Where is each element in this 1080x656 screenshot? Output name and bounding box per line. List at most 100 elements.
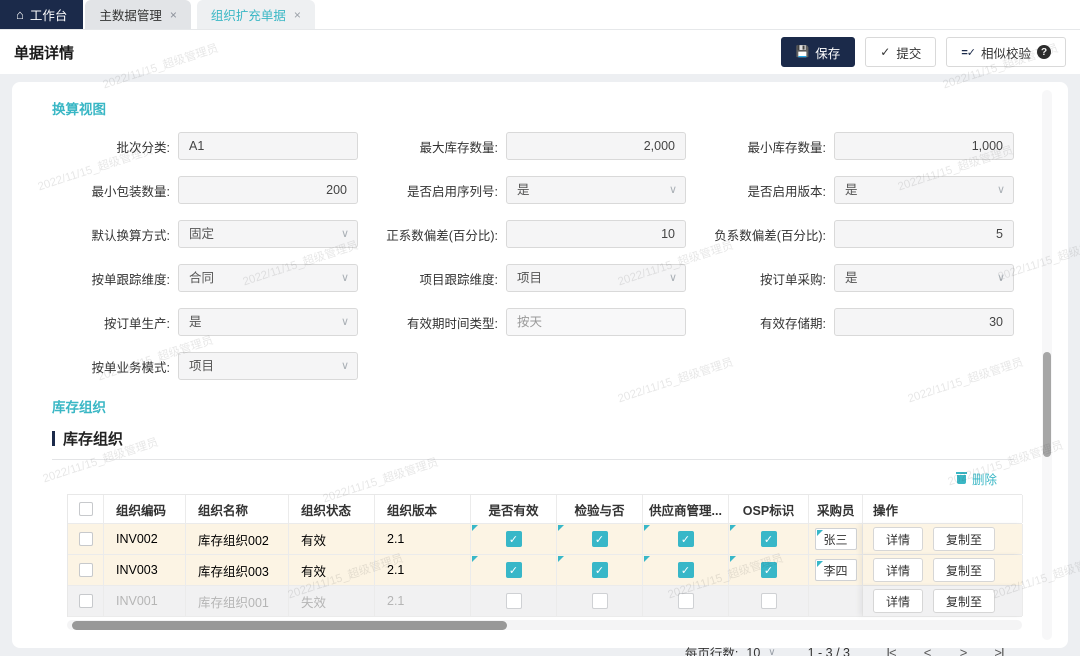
submit-button[interactable]: ✓ 提交: [865, 37, 936, 67]
field-label: 负系数偏差(百分比):: [708, 225, 826, 244]
min-stock-input[interactable]: 1,000: [834, 132, 1014, 160]
delete-button[interactable]: 删除: [956, 469, 997, 488]
cell-code: INV002: [104, 524, 186, 554]
copy-to-button[interactable]: 复制至: [933, 527, 995, 551]
col-header-osp: OSP标识: [729, 495, 809, 523]
inventory-org-anchor[interactable]: 库存组织: [52, 396, 1014, 416]
field-positive-deviation: 正系数偏差(百分比): 10: [380, 220, 686, 248]
field-order-business-mode: 按单业务模式: 项目 ∨: [52, 352, 358, 380]
min-package-input[interactable]: 200: [178, 176, 358, 204]
rows-per-page-label: 每页行数:: [685, 643, 738, 656]
vendor-managed-checkbox[interactable]: ✓: [678, 562, 694, 578]
edited-corner-mark: [730, 525, 736, 531]
col-header-actions: 操作: [863, 495, 1023, 523]
select-all-checkbox[interactable]: [79, 502, 93, 516]
detail-button[interactable]: 详情: [873, 558, 923, 582]
default-conversion-select[interactable]: 固定 ∨: [178, 220, 358, 248]
close-icon[interactable]: ×: [294, 8, 301, 22]
field-min-stock: 最小库存数量: 1,000: [708, 132, 1014, 160]
field-negative-deviation: 负系数偏差(百分比): 5: [708, 220, 1014, 248]
chevron-down-icon: ∨: [341, 221, 349, 247]
inspect-checkbox[interactable]: ✓: [592, 593, 608, 609]
valid-checkbox[interactable]: ✓: [506, 593, 522, 609]
vertical-scrollbar-thumb[interactable]: [1043, 352, 1051, 457]
similar-check-button[interactable]: =✓ 相似校验 ?: [946, 37, 1066, 67]
horizontal-scrollbar-thumb[interactable]: [72, 621, 507, 630]
osp-checkbox[interactable]: ✓: [761, 593, 777, 609]
field-batch-class: 批次分类: A1: [52, 132, 358, 160]
tab-master-data[interactable]: 主数据管理 ×: [85, 0, 191, 29]
detail-button[interactable]: 详情: [873, 527, 923, 551]
version-enabled-select[interactable]: 是 ∨: [834, 176, 1014, 204]
field-label: 是否启用序列号:: [380, 181, 498, 200]
tab-workbench[interactable]: ⌂ 工作台: [0, 0, 83, 29]
field-order-tracking: 按单跟踪维度: 合同 ∨: [52, 264, 358, 292]
field-label: 默认换算方式:: [52, 225, 170, 244]
negative-deviation-input[interactable]: 5: [834, 220, 1014, 248]
inventory-table-zone: 删除 组织编码 组织名称 组织状态 组织版本 是否有效 检验与否 供应商管理..…: [67, 466, 1022, 656]
buyer-value: 张三: [823, 531, 847, 548]
divider: [52, 459, 1014, 460]
col-header-name: 组织名称: [186, 495, 289, 523]
field-max-stock: 最大库存数量: 2,000: [380, 132, 686, 160]
select-value: 固定: [189, 227, 214, 241]
max-stock-input[interactable]: 2,000: [506, 132, 686, 160]
copy-to-button[interactable]: 复制至: [933, 558, 995, 582]
field-label: 最小包装数量:: [52, 181, 170, 200]
chevron-down-icon: ∨: [997, 177, 1005, 203]
help-icon[interactable]: ?: [1037, 45, 1051, 59]
field-default-conversion: 默认换算方式: 固定 ∨: [52, 220, 358, 248]
first-page-icon[interactable]: I<: [878, 645, 904, 656]
project-tracking-select[interactable]: 项目 ∨: [506, 264, 686, 292]
order-business-mode-select[interactable]: 项目 ∨: [178, 352, 358, 380]
purchase-by-order-select[interactable]: 是 ∨: [834, 264, 1014, 292]
inspect-checkbox[interactable]: ✓: [592, 562, 608, 578]
tab-org-expansion[interactable]: 组织扩充单据 ×: [197, 0, 315, 29]
save-button[interactable]: 💾 保存: [781, 37, 856, 67]
buyer-cell-input[interactable]: 李四: [815, 559, 857, 581]
detail-button[interactable]: 详情: [873, 589, 923, 613]
field-label: 是否启用版本:: [708, 181, 826, 200]
col-header-status: 组织状态: [289, 495, 375, 523]
row-checkbox[interactable]: [79, 594, 93, 608]
produce-by-order-select[interactable]: 是 ∨: [178, 308, 358, 336]
vendor-managed-checkbox[interactable]: ✓: [678, 531, 694, 547]
serial-enabled-select[interactable]: 是 ∨: [506, 176, 686, 204]
inspect-checkbox[interactable]: ✓: [592, 531, 608, 547]
batch-class-input[interactable]: A1: [178, 132, 358, 160]
col-header-valid: 是否有效: [471, 495, 557, 523]
table-toolbar: 删除: [67, 466, 1022, 490]
osp-checkbox[interactable]: ✓: [761, 562, 777, 578]
last-page-icon[interactable]: >I: [986, 645, 1012, 656]
shelf-life-input[interactable]: 30: [834, 308, 1014, 336]
select-value: 是: [845, 183, 858, 197]
valid-checkbox[interactable]: ✓: [506, 531, 522, 547]
edited-corner-mark: [558, 525, 564, 531]
prev-page-icon[interactable]: <: [914, 645, 940, 656]
field-project-tracking: 项目跟踪维度: 项目 ∨: [380, 264, 686, 292]
order-tracking-select[interactable]: 合同 ∨: [178, 264, 358, 292]
edited-corner-mark: [730, 556, 736, 562]
osp-checkbox[interactable]: ✓: [761, 531, 777, 547]
compare-icon: =✓: [961, 46, 975, 59]
vendor-managed-checkbox[interactable]: ✓: [678, 593, 694, 609]
field-shelf-life: 有效存储期: 30: [708, 308, 1014, 336]
field-label: 有效期时间类型:: [380, 313, 498, 332]
tab-master-data-label: 主数据管理: [99, 5, 162, 24]
vertical-scrollbar[interactable]: [1042, 90, 1052, 640]
edited-corner-mark: [472, 525, 478, 531]
row-checkbox[interactable]: [79, 532, 93, 546]
horizontal-scrollbar[interactable]: [67, 620, 1022, 630]
validity-time-type-input[interactable]: 按天: [506, 308, 686, 336]
chevron-down-icon[interactable]: ∨: [768, 647, 775, 656]
copy-to-button[interactable]: 复制至: [933, 589, 995, 613]
next-page-icon[interactable]: >: [950, 645, 976, 656]
chevron-down-icon: ∨: [341, 309, 349, 335]
valid-checkbox[interactable]: ✓: [506, 562, 522, 578]
buyer-cell-input[interactable]: 张三: [815, 528, 857, 550]
positive-deviation-input[interactable]: 10: [506, 220, 686, 248]
tab-org-expansion-label: 组织扩充单据: [211, 5, 286, 24]
row-checkbox[interactable]: [79, 563, 93, 577]
rows-per-page-value[interactable]: 10: [746, 646, 760, 656]
close-icon[interactable]: ×: [170, 8, 177, 22]
